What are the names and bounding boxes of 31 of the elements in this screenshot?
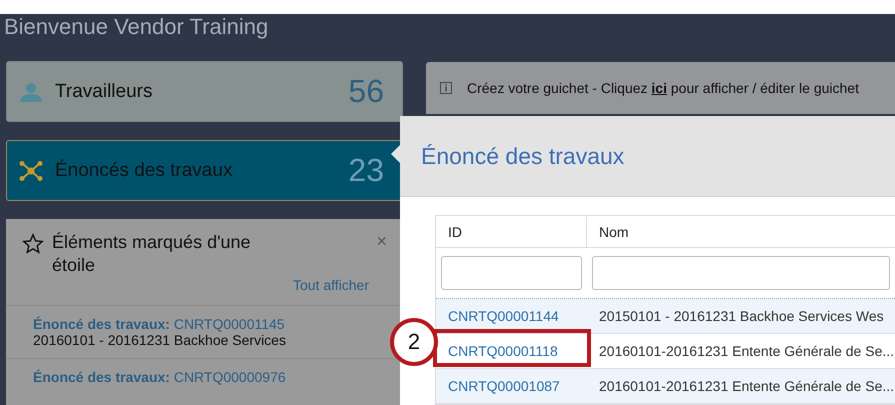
column-header[interactable]: ID bbox=[436, 216, 587, 248]
row-id-link[interactable]: CNRTQ00001087 bbox=[448, 378, 560, 394]
starred-title: Éléments marqués d'une étoile bbox=[52, 231, 252, 277]
nav-tile[interactable]: Travailleurs 56 bbox=[6, 61, 403, 122]
tile-count: 23 bbox=[348, 152, 384, 189]
person-icon bbox=[19, 82, 43, 102]
item-name: 20160101 - 20161231 Backhoe Services bbox=[33, 332, 287, 348]
banner-text: Créez votre guichet - Cliquez ici pour afficher / éditer le guichet bbox=[467, 80, 859, 96]
column-header[interactable]: Nom bbox=[587, 216, 895, 248]
show-all-link[interactable]: Tout afficher bbox=[292, 277, 369, 293]
close-button[interactable]: × bbox=[376, 231, 387, 251]
row-id-link[interactable]: CNRTQ00001144 bbox=[448, 308, 559, 324]
filter-field[interactable] bbox=[441, 256, 582, 290]
tile-label: Travailleurs bbox=[55, 80, 154, 102]
star-icon bbox=[22, 233, 44, 255]
item-type-label: Énoncé des travaux: bbox=[33, 369, 170, 385]
page-title: Bienvenue Vendor Training bbox=[4, 14, 270, 41]
item-id-link[interactable]: CNRTQ00000976 bbox=[174, 369, 286, 385]
item-id-link[interactable]: CNRTQ00001145 bbox=[174, 316, 285, 332]
item-type-label: Énoncé des travaux: bbox=[33, 316, 170, 332]
tile-count: 56 bbox=[348, 73, 384, 110]
filter-field[interactable] bbox=[592, 256, 890, 290]
table-cell-text: 20160101-20161231 Entente Générale de Se... bbox=[598, 377, 895, 396]
row-id-link[interactable]: CNRTQ00001118 bbox=[448, 343, 558, 359]
table-cell-text: 20150101 - 20161231 Backhoe Services Wes bbox=[598, 307, 885, 326]
table-cell-text: 20160101-20161231 Entente Générale de Se... bbox=[598, 342, 895, 361]
info-icon bbox=[440, 82, 452, 94]
panel-title: Énoncé des travaux bbox=[421, 142, 624, 170]
nav-tile[interactable]: Énoncés des travaux 23 bbox=[6, 140, 403, 201]
tile-label: Énoncés des travaux bbox=[55, 160, 234, 182]
network-icon bbox=[19, 160, 43, 180]
